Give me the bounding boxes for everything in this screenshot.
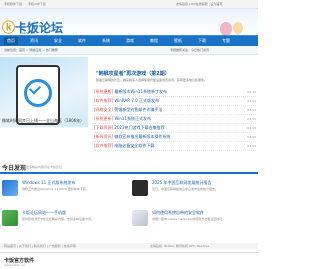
news-title[interactable]: Win11系统正式发布 (114, 116, 151, 121)
news-category: [软件推荐] (94, 98, 114, 103)
news-date: 04-12 (247, 90, 256, 94)
nav-item-security[interactable]: 安全 (54, 38, 62, 44)
card-title[interactable]: 卡饭论坛网站——手机版 (22, 210, 66, 216)
footer-left[interactable]: 网站首页 | 关于我们 | 联系我们 | 广告服务 | 免责声明 (4, 244, 76, 248)
discover-card[interactable]: 2025 年中国互联网发展统计报告 近日，中国互联网络信息中心发布最新统计报告。 (132, 178, 256, 204)
discover-card[interactable]: 如何使用系统自带的安全软件 详细介绍Windows Defender的使用方法和… (132, 208, 256, 234)
news-date: 04-10 (247, 135, 256, 139)
discover-card[interactable]: Windows 11 正式版系统发布 微软正式推出Windows 11 2025… (2, 178, 126, 204)
sub-nav: 当前位置：首页 > 网络应用 > 热门推荐 专题推荐关注：今日热门资讯 (0, 46, 258, 55)
news-title[interactable]: 微软宣布推出最新版本操作系统 (114, 134, 170, 139)
list-item[interactable]: [系统更新] 最新版本Win11系统补丁发布 04-12 (94, 88, 256, 97)
news-category: [新闻资讯] (94, 134, 114, 139)
nav-item-software[interactable]: 软件 (78, 38, 86, 44)
news-title[interactable]: 电脑必备安全软件下载 (114, 143, 154, 148)
list-item[interactable]: [网络安全] 警惕新型钓鱼邮件诈骗手法 04-11 (94, 106, 256, 115)
site-header: ⓚ卡饭论坛 kafan.cn (0, 9, 258, 43)
top-bar: 手机软件下载 手机ASE下载 友情链接 | QQ在线客服 | 设为首页 (0, 0, 258, 9)
logo-k-mark: ⓚ (2, 21, 16, 36)
report-thumbnail (132, 180, 148, 196)
list-item[interactable]: [软件推荐] WinRAR 7.0 正式版发布 04-12 (94, 97, 256, 106)
list-item[interactable]: [软件推荐] 电脑必备安全软件下载 04-09 (94, 142, 256, 151)
nav-item-games[interactable]: 游戏 (126, 38, 134, 44)
news-date: 04-12 (247, 99, 256, 103)
topbar-link-1[interactable]: 手机软件下载 (4, 2, 22, 6)
news-category: [系统更新] (94, 116, 114, 121)
nav-item-system[interactable]: 系统 (102, 38, 110, 44)
card-desc: 随时随地浏览卡饭论坛精彩内容，支持多种设备访问。 (22, 217, 95, 221)
list-item[interactable]: [新闻资讯] 微软宣布推出最新版本操作系统 04-10 (94, 133, 256, 142)
section-subtitle: 更多精彩内容尽在卡饭论坛 (26, 165, 63, 169)
nav-item-wallpaper[interactable]: 壁纸 (174, 38, 182, 44)
main-nav: 首页 资讯 安全 软件 系统 游戏 教程 壁纸 下载 专题 (0, 35, 258, 46)
nav-item-news[interactable]: 资讯 (30, 38, 38, 44)
news-date: 04-09 (247, 144, 256, 148)
news-title[interactable]: 2023热门游戏下载合集推荐 (114, 125, 164, 130)
list-item[interactable]: [下载资源] 2023热门游戏下载合集推荐 04-10 (94, 124, 256, 133)
bottom-url: www.kafan.cn (4, 263, 25, 267)
card-desc: 近日，中国互联网络信息中心发布最新统计报告。 (152, 187, 219, 191)
windows-icon (2, 180, 18, 196)
section-title: 今日发现 (2, 165, 27, 172)
nav-item-tutorials[interactable]: 教程 (150, 38, 158, 44)
news-date: 04-10 (247, 126, 256, 130)
nav-item-topics[interactable]: 专题 (222, 38, 230, 44)
bottom-section: 卡饭官方软件 www.kafan.cn (0, 252, 258, 269)
feature-title[interactable]: "韩枫攻星者"再次游戏（第2期） (96, 70, 170, 77)
card-title[interactable]: 2025 年中国互联网发展统计报告 (152, 180, 211, 186)
list-item[interactable]: [系统更新] Win11系统正式发布 04-11 (94, 115, 256, 124)
discover-card[interactable]: 卡饭论坛网站——手机版 随时随地浏览卡饭论坛精彩内容，支持多种设备访问。 (2, 208, 126, 234)
news-list: [系统更新] 最新版本Win11系统补丁发布 04-12 [软件推荐] WinRA… (94, 88, 256, 151)
hero-caption[interactable]: 微软时间同步已上线——全山海区（1806年） (2, 118, 84, 124)
news-category: [网络安全] (94, 107, 114, 112)
news-title[interactable]: 警惕新型钓鱼邮件诈骗手法 (114, 107, 162, 112)
subnav-right[interactable]: 专题推荐关注：今日热门资讯 (170, 48, 209, 52)
card-desc: 微软正式推出Windows 11 2025 更新版本下载。 (22, 187, 89, 191)
nav-item-download[interactable]: 下载 (198, 38, 206, 44)
news-title[interactable]: 最新版本Win11系统补丁发布 (114, 89, 167, 94)
card-title[interactable]: Windows 11 正式版系统发布 (22, 180, 76, 186)
topbar-right-links[interactable]: 友情链接 | QQ在线客服 | 设为首页 (176, 2, 223, 6)
footer-right[interactable]: 友情链接: Twitter, 腾讯新闻 LIFE, Beehive (150, 244, 209, 248)
card-desc: 详细介绍Windows Defender的使用方法和设置技巧。 (152, 217, 226, 221)
security-icon (132, 210, 148, 226)
news-category: [系统更新] (94, 89, 114, 94)
footer-links: 网站首页 | 关于我们 | 联系我们 | 广告服务 | 免责声明 友情链接: T… (0, 243, 258, 249)
breadcrumb[interactable]: 当前位置：首页 > 网络应用 > 热门推荐 (4, 48, 58, 52)
news-date: 04-11 (247, 108, 256, 112)
nav-item-home[interactable]: 首页 (4, 37, 18, 45)
news-category: [下载资源] (94, 125, 114, 130)
section-header: 今日发现 更多精彩内容尽在卡饭论坛 (0, 162, 258, 174)
topbar-link-2[interactable]: 手机ASE下载 (28, 2, 46, 6)
feature-desc: 随着互联网的普及，越来越多人选择使用智能设备浏览资讯，获取更多信息和服务。 (96, 78, 208, 82)
check-ring-icon (24, 79, 52, 107)
news-date: 04-11 (247, 117, 256, 121)
news-category: [软件推荐] (94, 143, 114, 148)
card-title[interactable]: 如何使用系统自带的安全软件 (152, 210, 204, 216)
news-title[interactable]: WinRAR 7.0 正式版发布 (114, 98, 159, 103)
mobile-icon (2, 210, 18, 226)
hero-image[interactable]: 微软时间同步已上线——全山海区（1806年） (0, 57, 88, 127)
